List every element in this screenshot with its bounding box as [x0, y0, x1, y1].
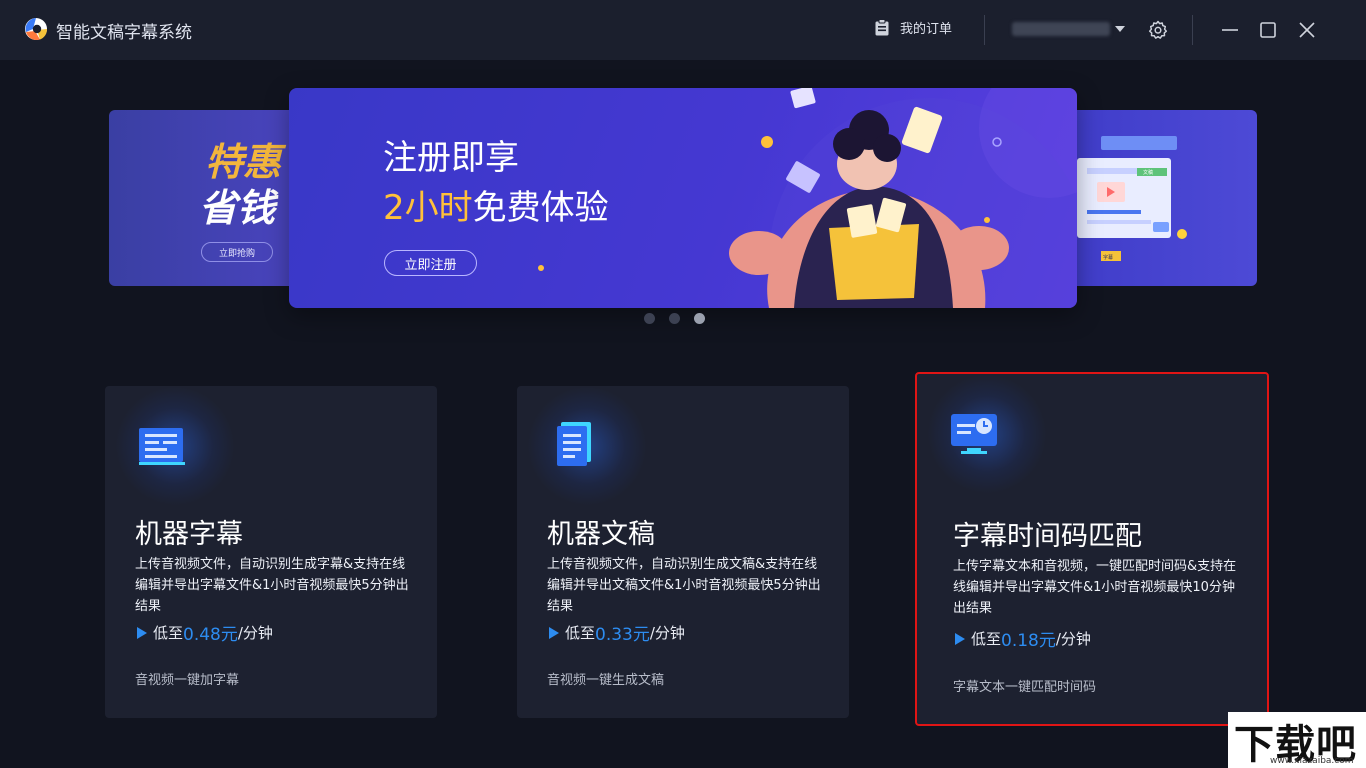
card-machine-subtitle[interactable]: 机器字幕 上传音视频文件，自动识别生成字幕&支持在线编辑并导出字幕文件&1小时音… — [105, 386, 437, 718]
card-price: 低至 0.33元/分钟 — [547, 620, 685, 645]
banner-subheadline-rest: 免费体验 — [472, 188, 609, 228]
clipboard-icon — [875, 19, 889, 36]
maximize-icon — [1260, 22, 1276, 38]
card-title: 字幕时间码匹配 — [953, 521, 1142, 552]
price-value: 0.48元 — [183, 625, 238, 645]
app-logo-icon — [25, 18, 48, 41]
my-orders-button[interactable]: 我的订单 — [874, 18, 952, 37]
card-machine-transcript[interactable]: 机器文稿 上传音视频文件，自动识别生成文稿&支持在线编辑并导出文稿文件&1小时音… — [517, 386, 849, 718]
product-illustration: 文稿 字幕 — [1077, 136, 1187, 261]
banner-highlight: 2小时 — [383, 188, 473, 228]
title-bar: 智能文稿字幕系统 我的订单 — [0, 0, 1366, 60]
price-prefix: 低至 — [971, 630, 1002, 648]
price-prefix: 低至 — [153, 624, 184, 642]
app-title: 智能文稿字幕系统 — [56, 23, 192, 43]
promo-line1: 特惠 — [205, 140, 282, 184]
play-icon — [955, 632, 965, 645]
minimize-button[interactable] — [1218, 18, 1242, 42]
card-price: 低至 0.48元/分钟 — [135, 620, 273, 645]
price-suffix: /分钟 — [649, 624, 685, 642]
card-title: 机器字幕 — [135, 519, 243, 550]
maximize-button[interactable] — [1256, 18, 1280, 42]
card-price: 低至 0.18元/分钟 — [953, 626, 1091, 651]
play-icon — [549, 626, 559, 639]
chevron-down-icon[interactable] — [1115, 26, 1125, 32]
watermark-url: www.xiazaiba.com — [1270, 756, 1354, 766]
price-value: 0.18元 — [1001, 631, 1056, 651]
settings-button[interactable] — [1146, 18, 1170, 42]
buy-now-button[interactable]: 立即抢购 — [201, 242, 273, 262]
carousel-dot-active[interactable] — [694, 313, 705, 324]
divider — [1192, 15, 1193, 45]
document-icon — [557, 422, 591, 466]
close-icon — [1299, 22, 1315, 38]
tag-text: 文稿 — [1143, 169, 1153, 176]
banner-headline: 注册即享 — [383, 138, 519, 178]
card-subtitle: 字幕文本一键匹配时间码 — [953, 680, 1097, 695]
price-suffix: /分钟 — [1055, 630, 1091, 648]
card-description: 上传音视频文件，自动识别生成文稿&支持在线编辑并导出文稿文件&1小时音视频最快5… — [547, 557, 821, 614]
promo-line2: 省钱 — [199, 186, 276, 230]
gear-icon — [1148, 20, 1168, 39]
card-subtitle: 音视频一键生成文稿 — [547, 673, 665, 688]
carousel-indicators — [644, 313, 705, 324]
carousel-dot[interactable] — [669, 313, 680, 324]
subtitle-icon — [139, 428, 185, 465]
play-icon — [137, 626, 147, 639]
card-subtitle: 音视频一键加字幕 — [135, 673, 240, 688]
monitor-clock-icon — [951, 414, 997, 454]
price-value: 0.33元 — [595, 625, 650, 645]
carousel-slide-main[interactable]: 注册即享 2小时免费体验 立即注册 — [289, 88, 1077, 308]
carousel-slide-right[interactable]: 文稿 字幕 — [1057, 110, 1257, 286]
account-name[interactable] — [1012, 22, 1110, 36]
register-now-button[interactable]: 立即注册 — [384, 250, 477, 276]
carousel-dot[interactable] — [644, 313, 655, 324]
card-description: 上传字幕文本和音视频，一键匹配时间码&支持在线编辑并导出字幕文件&1小时音视频最… — [953, 559, 1237, 616]
card-description: 上传音视频文件，自动识别生成字幕&支持在线编辑并导出字幕文件&1小时音视频最快5… — [135, 557, 409, 614]
watermark: 下载吧 www.xiazaiba.com — [1228, 712, 1366, 768]
carousel-slide-left[interactable]: 特惠 省钱 立即抢购 — [109, 110, 309, 286]
divider — [984, 15, 985, 45]
minimize-icon — [1222, 29, 1238, 31]
price-prefix: 低至 — [565, 624, 596, 642]
card-timecode-match[interactable]: 字幕时间码匹配 上传字幕文本和音视频，一键匹配时间码&支持在线编辑并导出字幕文件… — [915, 372, 1269, 726]
my-orders-label: 我的订单 — [900, 22, 953, 37]
tag-text-2: 字幕 — [1103, 254, 1113, 261]
price-suffix: /分钟 — [237, 624, 273, 642]
close-button[interactable] — [1295, 18, 1319, 42]
banner-subheadline: 2小时免费体验 — [383, 180, 609, 229]
card-title: 机器文稿 — [547, 519, 655, 550]
